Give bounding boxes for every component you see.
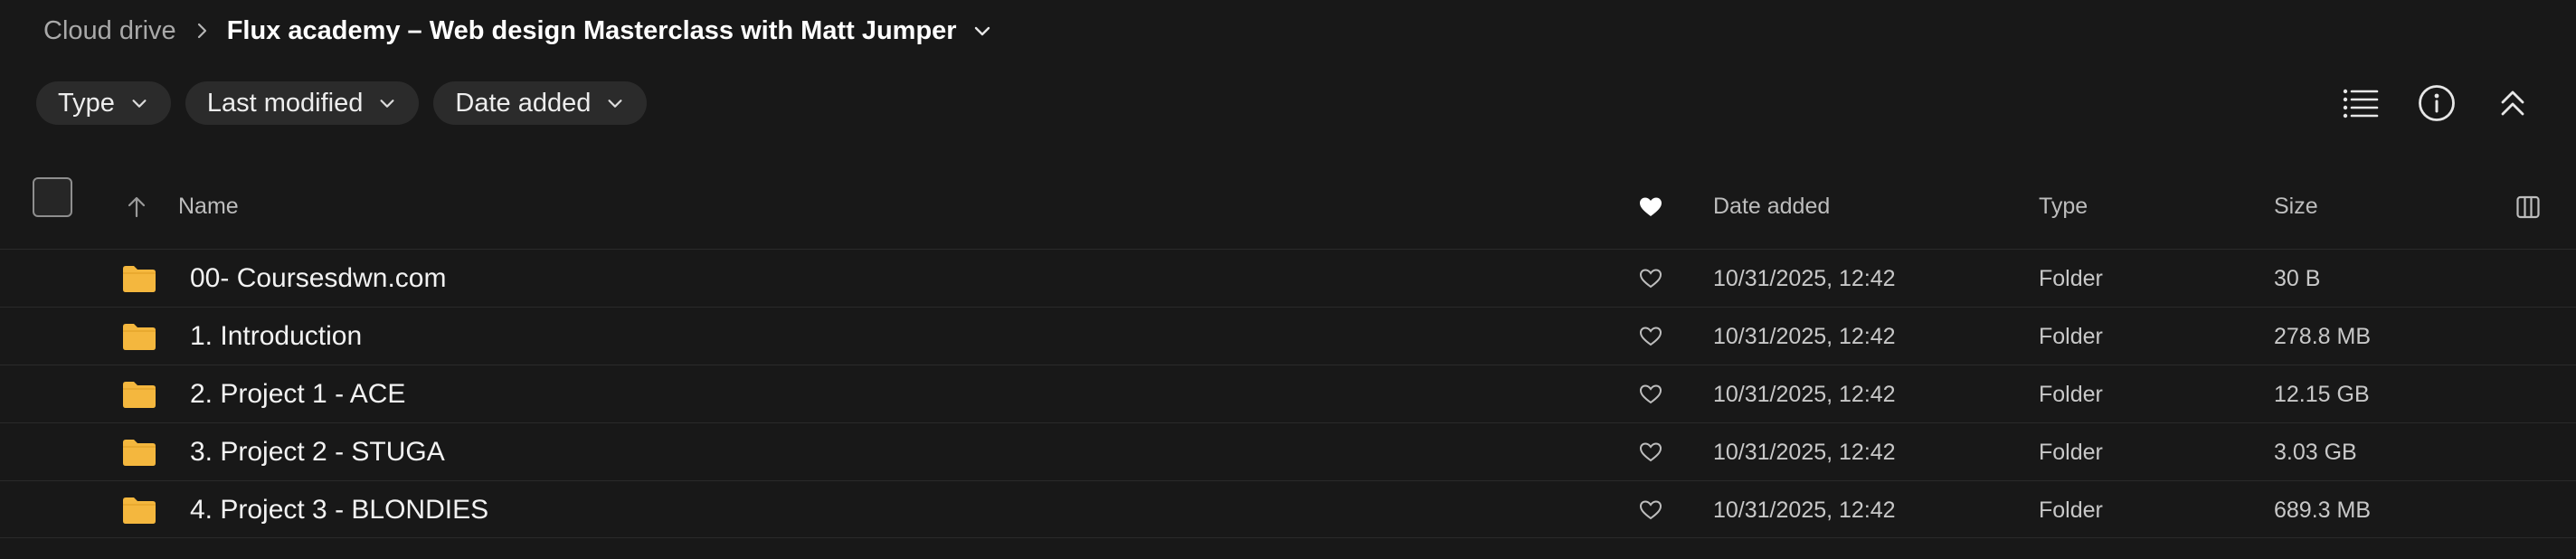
file-name[interactable]: 4. Project 3 - BLONDIES — [190, 481, 488, 539]
filter-label: Date added — [455, 88, 592, 118]
column-header-name[interactable]: Name — [178, 165, 239, 249]
date-added: 10/31/2025, 12:42 — [1713, 323, 1896, 349]
filter-label: Type — [58, 88, 115, 118]
table-row[interactable]: 00- Coursesdwn.com 10/31/2025, 12:42 Fol… — [0, 249, 2576, 307]
heart-icon[interactable] — [1639, 326, 1664, 349]
date-added: 10/31/2025, 12:42 — [1713, 381, 1896, 407]
cloud-drive-window: Cloud drive Flux academy – Web design Ma… — [0, 0, 2576, 559]
table-row[interactable]: 1. Introduction 10/31/2025, 12:42 Folder… — [0, 307, 2576, 365]
view-tools — [2341, 81, 2533, 125]
chevron-right-icon — [193, 22, 211, 40]
file-type: Folder — [2039, 497, 2103, 523]
collapse-icon[interactable] — [2493, 83, 2533, 123]
table-body: 00- Coursesdwn.com 10/31/2025, 12:42 Fol… — [0, 249, 2576, 538]
info-icon[interactable] — [2417, 83, 2457, 123]
file-size: 278.8 MB — [2274, 323, 2372, 349]
file-size: 30 B — [2274, 265, 2321, 291]
table-row[interactable]: 3. Project 2 - STUGA 10/31/2025, 12:42 F… — [0, 422, 2576, 480]
breadcrumb: Cloud drive Flux academy – Web design Ma… — [43, 13, 997, 49]
sort-arrow-up-icon[interactable] — [127, 165, 147, 249]
column-header-size[interactable]: Size — [2274, 165, 2318, 249]
folder-icon — [121, 380, 157, 409]
file-type: Folder — [2039, 323, 2103, 349]
file-type: Folder — [2039, 381, 2103, 407]
column-header-type[interactable]: Type — [2039, 165, 2088, 249]
date-added: 10/31/2025, 12:42 — [1713, 439, 1896, 465]
folder-icon — [121, 264, 157, 293]
file-size: 12.15 GB — [2274, 381, 2370, 407]
file-name[interactable]: 1. Introduction — [190, 308, 362, 365]
heart-filled-icon[interactable] — [1639, 165, 1662, 249]
heart-icon[interactable] — [1639, 268, 1664, 291]
filter-date-added-button[interactable]: Date added — [433, 81, 648, 125]
table-row[interactable]: 4. Project 3 - BLONDIES 10/31/2025, 12:4… — [0, 480, 2576, 538]
select-all-checkbox[interactable] — [33, 177, 72, 217]
columns-settings-icon[interactable] — [2516, 165, 2540, 249]
file-name[interactable]: 3. Project 2 - STUGA — [190, 423, 445, 481]
heart-icon[interactable] — [1639, 499, 1664, 523]
file-name[interactable]: 2. Project 1 - ACE — [190, 365, 405, 423]
filter-type-button[interactable]: Type — [36, 81, 171, 125]
folder-icon — [121, 496, 157, 525]
table-row[interactable]: 2. Project 1 - ACE 10/31/2025, 12:42 Fol… — [0, 365, 2576, 422]
list-view-icon[interactable] — [2341, 83, 2381, 123]
heart-icon[interactable] — [1639, 384, 1664, 407]
filter-bar: Type Last modified Date added — [36, 81, 648, 125]
date-added: 10/31/2025, 12:42 — [1713, 265, 1896, 291]
breadcrumb-root[interactable]: Cloud drive — [43, 16, 176, 46]
folder-icon — [121, 322, 157, 351]
column-header-date-added[interactable]: Date added — [1713, 165, 1830, 249]
date-added: 10/31/2025, 12:42 — [1713, 497, 1896, 523]
file-name[interactable]: 00- Coursesdwn.com — [190, 250, 446, 308]
file-size: 3.03 GB — [2274, 439, 2357, 465]
filter-label: Last modified — [206, 88, 364, 118]
filter-last-modified-button[interactable]: Last modified — [185, 81, 420, 125]
chevron-down-icon — [129, 93, 149, 113]
table-header: Name Date added Type Size — [0, 165, 2576, 249]
file-type: Folder — [2039, 439, 2103, 465]
breadcrumb-current-folder: Flux academy – Web design Masterclass wi… — [226, 15, 957, 45]
file-table: Name Date added Type Size 00- Coursesdwn… — [0, 165, 2576, 538]
chevron-down-icon — [377, 93, 397, 113]
file-size: 689.3 MB — [2274, 497, 2372, 523]
chevron-down-icon — [605, 93, 625, 113]
heart-icon[interactable] — [1639, 441, 1664, 465]
chevron-down-icon[interactable] — [971, 18, 997, 43]
folder-icon — [121, 438, 157, 467]
file-type: Folder — [2039, 265, 2103, 291]
